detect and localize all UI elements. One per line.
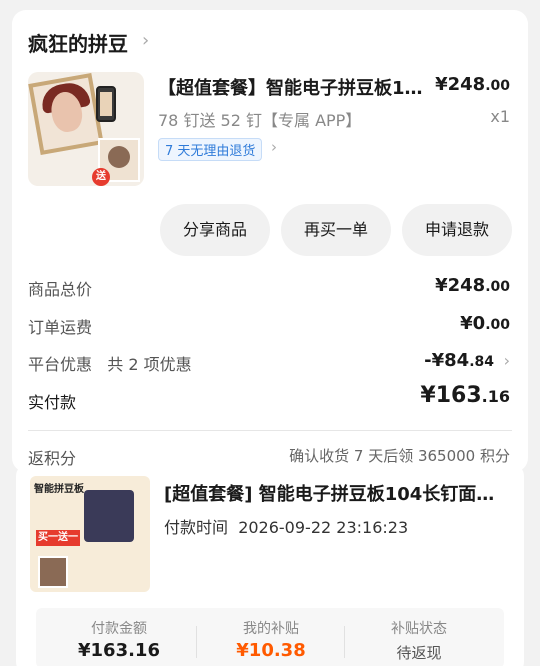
mini-board-image [38, 556, 68, 588]
product-title-2[interactable]: [超值套餐] 智能电子拼豆板104长钉面长钉面 [164, 480, 504, 506]
discount-int: -¥84 [424, 350, 470, 371]
phone-icon [96, 86, 116, 122]
discount-label-text: 平台优惠 [28, 355, 93, 374]
subsidy-paid: 付款金额 ¥163.16 [44, 618, 194, 661]
subsidy-mine-value: ¥10.38 [236, 640, 306, 661]
divider [28, 430, 512, 431]
refund-button[interactable]: 申请退款 [402, 204, 512, 256]
shipping-value: ¥0.00 [460, 313, 510, 334]
chevron-right-icon[interactable]: › [504, 351, 510, 370]
paid-value: ¥163.16 [420, 383, 510, 408]
pay-time: 付款时间 2026-09-22 23:16:23 [164, 514, 408, 538]
product-thumbnail-2[interactable]: 智能拼豆板 买一送一 [30, 476, 150, 592]
store-name[interactable]: 疯狂的拼豆 [28, 28, 128, 57]
subsidy-status-label: 补贴状态 [391, 621, 447, 637]
price-int: ¥248 [435, 74, 486, 95]
thumb-header: 智能拼豆板 [34, 484, 84, 495]
rebuy-button[interactable]: 再买一单 [281, 204, 391, 256]
paid-dec: .16 [481, 387, 510, 406]
points-text: 确认收货 7 天后领 365000 积分 [289, 447, 510, 465]
pixel-board-image [28, 72, 104, 156]
buy-one-get-one-badge: 买一送一 [36, 530, 80, 546]
product-spec: 78 钉送 52 钉【专属 APP】 [158, 111, 362, 130]
anime-portrait-image [84, 490, 134, 542]
send-badge: 送 [92, 168, 110, 186]
subsidy-summary: 付款金额 ¥163.16 我的补贴 ¥10.38 补贴状态 待返现 [36, 608, 504, 666]
product-thumbnail[interactable]: 送 [28, 72, 144, 186]
subsidy-mine-label: 我的补贴 [243, 621, 299, 637]
product-qty: x1 [490, 107, 510, 126]
shipping-int: ¥0 [460, 313, 486, 334]
subsidy-status-value: 待返现 [396, 644, 442, 662]
total-dec: .00 [485, 279, 510, 295]
share-product-button[interactable]: 分享商品 [160, 204, 270, 256]
pay-time-label: 付款时间 [164, 518, 229, 537]
chevron-right-icon[interactable]: › [142, 30, 149, 51]
subsidy-mine: 我的补贴 ¥10.38 [196, 618, 346, 661]
price-dec: .00 [485, 78, 510, 94]
shipping-label: 订单运费 [28, 318, 93, 337]
subsidy-status: 补贴状态 待返现 [344, 618, 494, 663]
subsidy-paid-label: 付款金额 [91, 621, 147, 637]
discount-value[interactable]: -¥84.84 [424, 350, 494, 371]
product-title[interactable]: 【超值套餐】智能电子拼豆板104长钉面长钉面长钉面 [158, 74, 428, 100]
paid-int: ¥163 [420, 383, 482, 408]
total-int: ¥248 [435, 275, 486, 296]
product-price: ¥248.00 [435, 74, 510, 95]
shipping-dec: .00 [485, 317, 510, 333]
total-value: ¥248.00 [435, 275, 510, 296]
discount-note: 共 2 项优惠 [107, 355, 192, 374]
subsidy-paid-value: ¥163.16 [78, 640, 160, 661]
discount-dec: .84 [469, 354, 494, 370]
pay-time-value: 2026-09-22 23:16:23 [238, 518, 409, 537]
return-policy-tag[interactable]: 7 天无理由退货 [158, 138, 263, 161]
chevron-right-icon[interactable]: › [271, 138, 277, 156]
